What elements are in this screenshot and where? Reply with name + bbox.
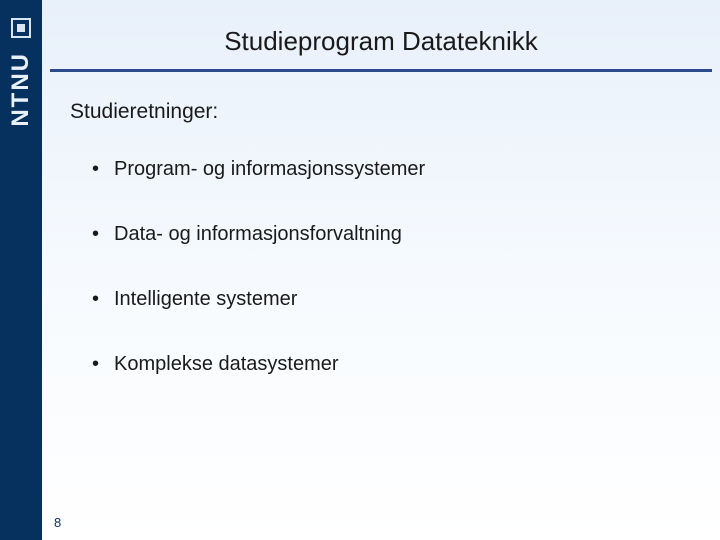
list-item: Program- og informasjonssystemer — [92, 158, 680, 181]
list-item: Intelligente systemer — [92, 288, 680, 311]
page-number: 8 — [54, 515, 61, 530]
bullet-list: Program- og informasjonssystemer Data- o… — [70, 158, 680, 376]
subheading: Studieretninger: — [70, 100, 680, 124]
list-item: Komplekse datasystemer — [92, 353, 680, 376]
ntnu-logo-icon — [11, 18, 31, 38]
list-item: Data- og informasjonsforvaltning — [92, 223, 680, 246]
slide: NTNU Studieprogram Datateknikk Studieret… — [0, 0, 720, 540]
sidebar: NTNU — [0, 0, 42, 540]
slide-title: Studieprogram Datateknikk — [62, 26, 700, 57]
brand-text: NTNU — [7, 52, 35, 127]
title-wrap: Studieprogram Datateknikk — [42, 0, 720, 69]
body: Studieretninger: Program- og informasjon… — [42, 72, 720, 376]
content-area: Studieprogram Datateknikk Studieretninge… — [42, 0, 720, 540]
